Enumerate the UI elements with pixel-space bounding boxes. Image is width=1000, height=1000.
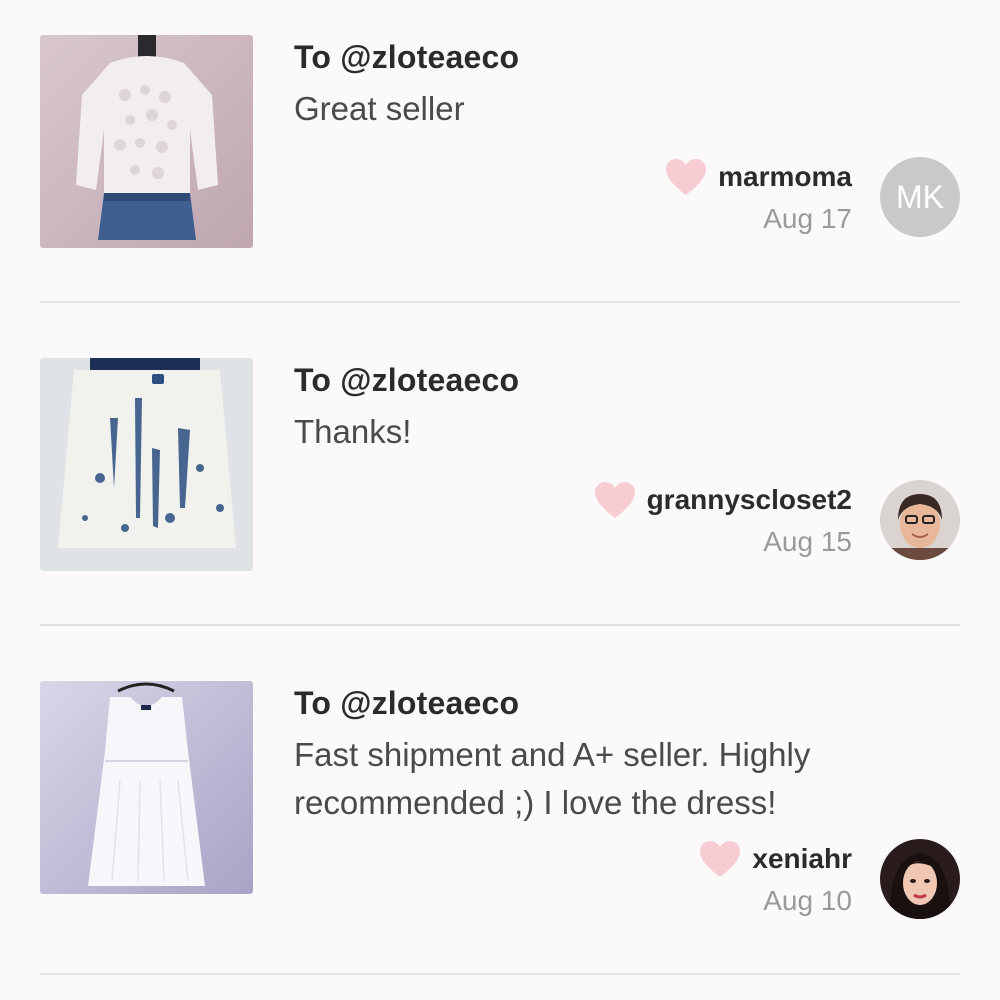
review-feed: To @zloteaeco Great seller marmoma Aug 1… bbox=[0, 0, 1000, 1000]
review-date: Aug 10 bbox=[763, 885, 852, 916]
avatar[interactable] bbox=[880, 480, 960, 560]
review-message: Great seller bbox=[294, 90, 465, 127]
listing-photo bbox=[40, 358, 253, 571]
listing-photo bbox=[40, 35, 253, 248]
review-message: Fast shipment and A+ seller. Highly reco… bbox=[294, 736, 811, 821]
avatar-photo bbox=[880, 480, 960, 560]
listing-thumbnail[interactable] bbox=[40, 358, 253, 571]
avatar[interactable] bbox=[880, 839, 960, 919]
review-date: Aug 15 bbox=[763, 526, 852, 557]
avatar-photo bbox=[880, 839, 960, 919]
review-author: xeniahr Aug 10 bbox=[698, 839, 852, 921]
reviewer-username[interactable]: marmoma bbox=[718, 161, 852, 193]
review-author: marmoma Aug 17 bbox=[664, 157, 852, 239]
review-date: Aug 17 bbox=[763, 203, 852, 234]
reviewer-username[interactable]: xeniahr bbox=[752, 843, 852, 875]
avatar[interactable]: MK bbox=[880, 157, 960, 237]
divider bbox=[40, 624, 960, 626]
review-author: grannyscloset2 Aug 15 bbox=[593, 480, 852, 562]
divider bbox=[40, 973, 960, 975]
review-message: Thanks! bbox=[294, 413, 412, 450]
heart-icon[interactable] bbox=[664, 157, 708, 197]
divider bbox=[40, 301, 960, 303]
review-recipient[interactable]: To @zloteaeco bbox=[294, 39, 519, 76]
listing-thumbnail[interactable] bbox=[40, 681, 253, 894]
heart-icon[interactable] bbox=[698, 839, 742, 879]
listing-thumbnail[interactable] bbox=[40, 35, 253, 248]
listing-photo bbox=[40, 681, 253, 894]
heart-icon[interactable] bbox=[593, 480, 637, 520]
review-recipient[interactable]: To @zloteaeco bbox=[294, 362, 519, 399]
reviewer-username[interactable]: grannyscloset2 bbox=[647, 484, 852, 516]
review-recipient[interactable]: To @zloteaeco bbox=[294, 685, 519, 722]
